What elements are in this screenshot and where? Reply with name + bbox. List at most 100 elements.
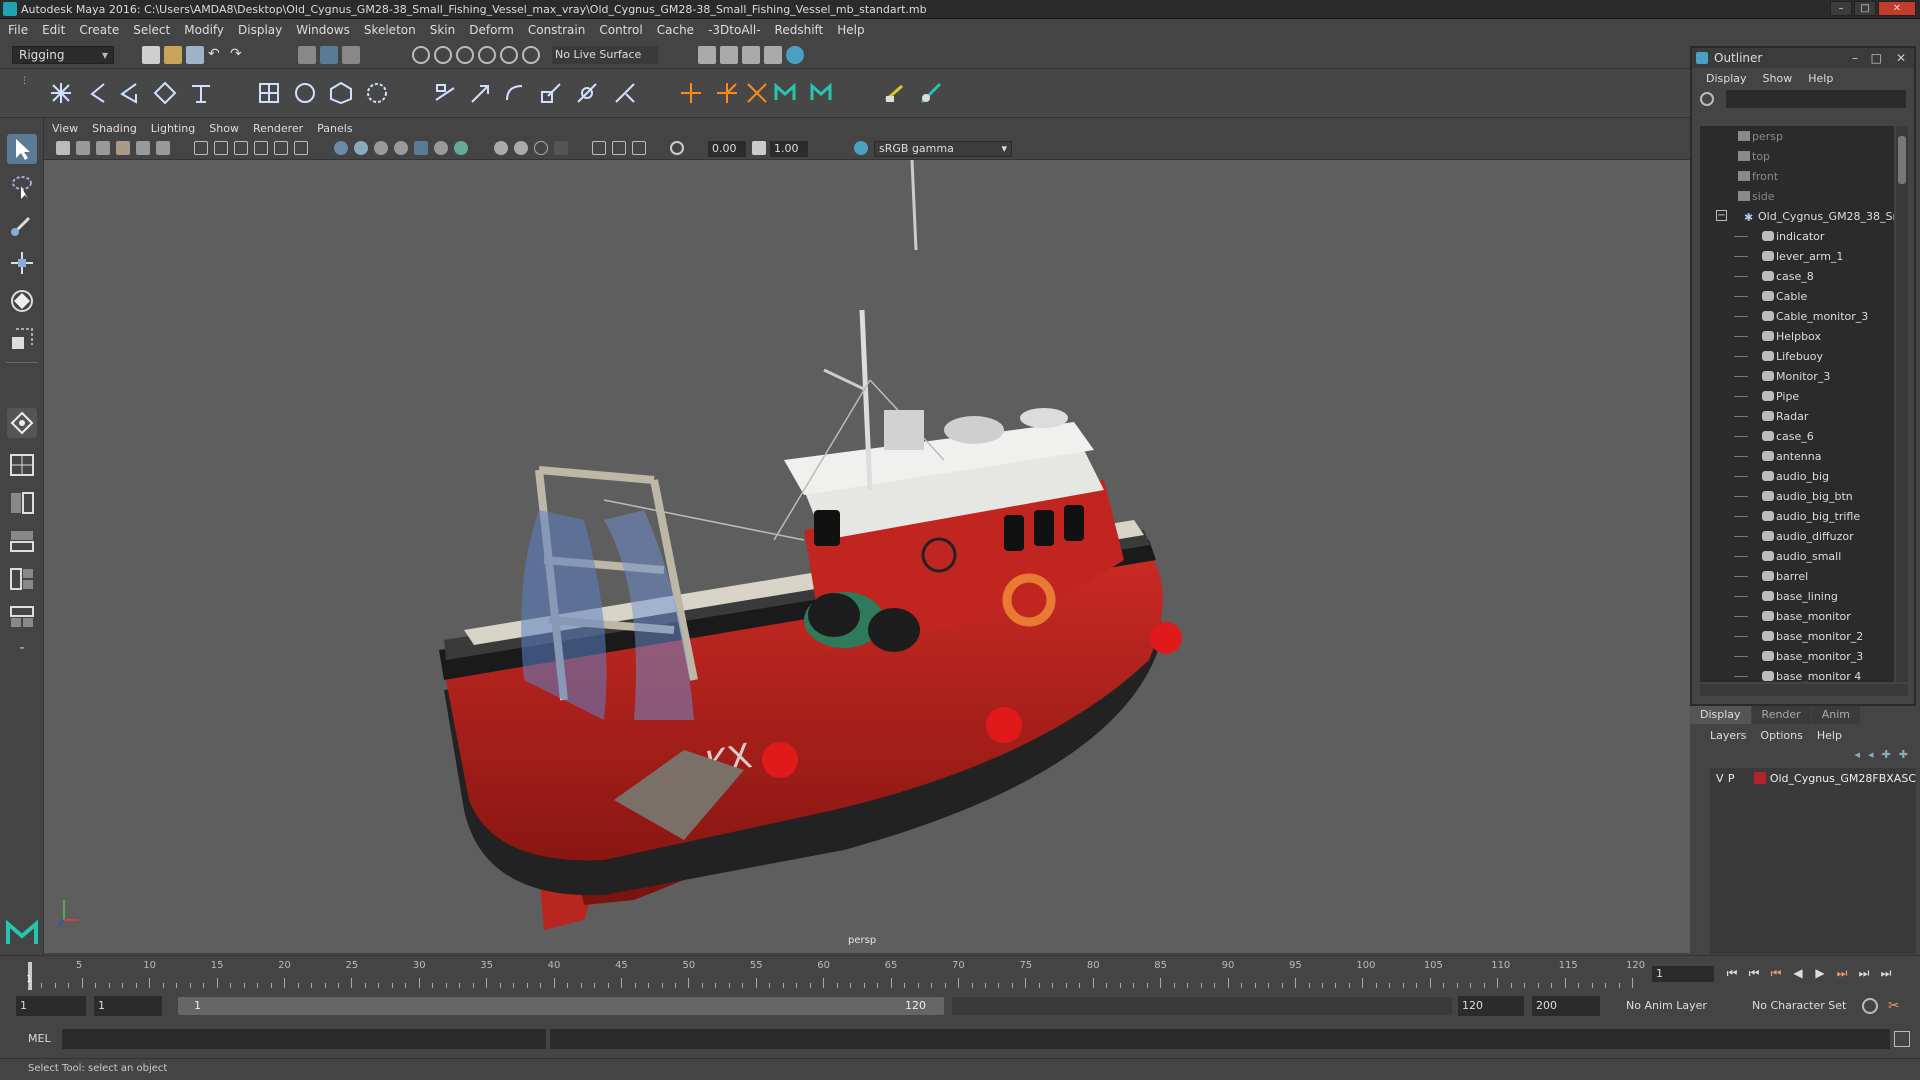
- menu-constrain[interactable]: Constrain: [528, 23, 586, 37]
- layout-graph-icon[interactable]: [7, 564, 37, 594]
- exposure-icon[interactable]: [670, 141, 684, 155]
- isolate-select-icon[interactable]: [554, 141, 568, 155]
- scale-tool-icon[interactable]: [7, 324, 37, 354]
- snap-view-plane-icon[interactable]: [478, 46, 496, 64]
- new-scene-icon[interactable]: [142, 46, 160, 64]
- layout-outliner-icon[interactable]: [7, 526, 37, 556]
- viewport-menu-shading[interactable]: Shading: [92, 122, 137, 135]
- select-object-icon[interactable]: [320, 46, 338, 64]
- snap-grid-icon[interactable]: [412, 46, 430, 64]
- outliner-menu-show[interactable]: Show: [1763, 72, 1793, 85]
- layer-color-swatch[interactable]: [1753, 772, 1766, 784]
- field-chart-icon[interactable]: [274, 141, 288, 155]
- menu-file[interactable]: File: [8, 23, 28, 37]
- outliner-item[interactable]: case_8: [1700, 266, 1894, 286]
- lattice-icon[interactable]: [256, 80, 282, 106]
- constraint-point-icon[interactable]: [432, 80, 458, 106]
- locator-icon[interactable]: [678, 80, 704, 106]
- outliner-item[interactable]: Helpbox: [1700, 326, 1894, 346]
- grease-pencil-icon[interactable]: [156, 141, 170, 155]
- minimize-button[interactable]: –: [1830, 1, 1852, 16]
- spring-icon[interactable]: [744, 80, 770, 106]
- skin-paint-icon[interactable]: [918, 80, 944, 106]
- ipr-render-icon[interactable]: [742, 46, 760, 64]
- anim-layer-dropdown[interactable]: No Anim Layer: [1626, 996, 1746, 1016]
- outliner-item[interactable]: audio_big: [1700, 466, 1894, 486]
- snap-point-icon[interactable]: [456, 46, 474, 64]
- render-frame-icon[interactable]: [720, 46, 738, 64]
- maximize-button[interactable]: □: [1854, 1, 1876, 16]
- new-layer-selected-icon[interactable]: ✚: [1899, 748, 1908, 761]
- outliner-item[interactable]: Lifebuoy: [1700, 346, 1894, 366]
- range-slider[interactable]: 1 120: [178, 997, 944, 1015]
- outliner-item[interactable]: base_monitor 4: [1700, 666, 1894, 682]
- gamma-field[interactable]: 1.00: [770, 141, 808, 157]
- layout-single-icon[interactable]: [7, 450, 37, 480]
- screen-space-ao-icon[interactable]: [454, 141, 468, 155]
- depth-of-field-icon[interactable]: [534, 141, 548, 155]
- shadows-icon[interactable]: [434, 141, 448, 155]
- layout-hypershade-icon[interactable]: [7, 602, 37, 632]
- camera-attributes-icon[interactable]: [76, 141, 90, 155]
- outliner-item[interactable]: Pipe: [1700, 386, 1894, 406]
- animation-preferences-icon[interactable]: ✂: [1888, 998, 1906, 1014]
- film-gate-icon[interactable]: [214, 141, 228, 155]
- snap-live-icon[interactable]: [500, 46, 518, 64]
- outliner-item[interactable]: audio_diffuzor: [1700, 526, 1894, 546]
- menu-help[interactable]: Help: [837, 23, 864, 37]
- exposure-field[interactable]: 0.00: [708, 141, 746, 157]
- ik-handle-icon[interactable]: [84, 80, 110, 106]
- layer-visibility-toggle[interactable]: V: [1716, 772, 1728, 785]
- render-settings-icon[interactable]: [698, 46, 716, 64]
- collapse-icon[interactable]: −: [1716, 210, 1727, 221]
- go-to-end-icon[interactable]: ⏭: [1878, 966, 1894, 980]
- locator-joint-icon[interactable]: [714, 80, 740, 106]
- render-view-icon[interactable]: [764, 46, 782, 64]
- new-layer-icon[interactable]: ✚: [1882, 748, 1891, 761]
- outliner-item[interactable]: base_lining: [1700, 586, 1894, 606]
- snap-curve-icon[interactable]: [434, 46, 452, 64]
- tab-render[interactable]: Render: [1751, 706, 1811, 724]
- redo-icon[interactable]: ↷: [230, 46, 248, 64]
- rotate-tool-icon[interactable]: [7, 286, 37, 316]
- bookmark-icon[interactable]: [96, 141, 110, 155]
- perspective-viewport[interactable]: KX persp: [44, 160, 1690, 953]
- select-tool-icon[interactable]: [7, 134, 37, 164]
- view-transform-dropdown[interactable]: sRGB gamma: [874, 141, 1012, 157]
- menu-create[interactable]: Create: [79, 23, 119, 37]
- hypershade-icon[interactable]: [786, 46, 804, 64]
- move-layer-down-icon[interactable]: ◂: [1868, 748, 1874, 761]
- outliner-horizontal-scrollbar[interactable]: [1700, 684, 1908, 696]
- outliner-item[interactable]: base_monitor_3: [1700, 646, 1894, 666]
- bind-skin-icon[interactable]: [152, 80, 178, 106]
- last-tool-icon[interactable]: [7, 408, 37, 438]
- viewport-menu-view[interactable]: View: [52, 122, 78, 135]
- menu-redshift[interactable]: Redshift: [775, 23, 824, 37]
- outliner-item[interactable]: audio_big_trifle: [1700, 506, 1894, 526]
- move-tool-icon[interactable]: [7, 248, 37, 278]
- outliner-item[interactable]: indicator: [1700, 226, 1894, 246]
- joint-tool-icon[interactable]: [48, 80, 74, 106]
- script-editor-icon[interactable]: [1894, 1031, 1910, 1047]
- outliner-item[interactable]: base_monitor_2: [1700, 626, 1894, 646]
- paint-select-icon[interactable]: [7, 210, 37, 240]
- grid-icon[interactable]: [194, 141, 208, 155]
- outliner-item-persp[interactable]: persp: [1700, 126, 1894, 146]
- outliner-item[interactable]: Cable_monitor_3: [1700, 306, 1894, 326]
- menu-skeleton[interactable]: Skeleton: [364, 23, 416, 37]
- live-surface-field[interactable]: No Live Surface: [552, 46, 658, 64]
- close-button[interactable]: ✕: [1878, 1, 1916, 16]
- anti-aliasing-icon[interactable]: [514, 141, 528, 155]
- layout-two-icon[interactable]: [7, 488, 37, 518]
- constraint-pole-icon[interactable]: [612, 80, 638, 106]
- use-all-lights-icon[interactable]: [414, 141, 428, 155]
- move-layer-up-icon[interactable]: ◂: [1855, 748, 1861, 761]
- outliner-item[interactable]: antenna: [1700, 446, 1894, 466]
- step-back-key-icon[interactable]: ⏮: [1746, 966, 1762, 980]
- snap-magnet-icon[interactable]: [522, 46, 540, 64]
- constraint-parent-icon[interactable]: [574, 80, 600, 106]
- outliner-item[interactable]: audio_small: [1700, 546, 1894, 566]
- current-frame-field[interactable]: 1: [1652, 966, 1714, 982]
- playback-end-field[interactable]: 120: [1458, 996, 1524, 1016]
- viewport-menu-lighting[interactable]: Lighting: [151, 122, 195, 135]
